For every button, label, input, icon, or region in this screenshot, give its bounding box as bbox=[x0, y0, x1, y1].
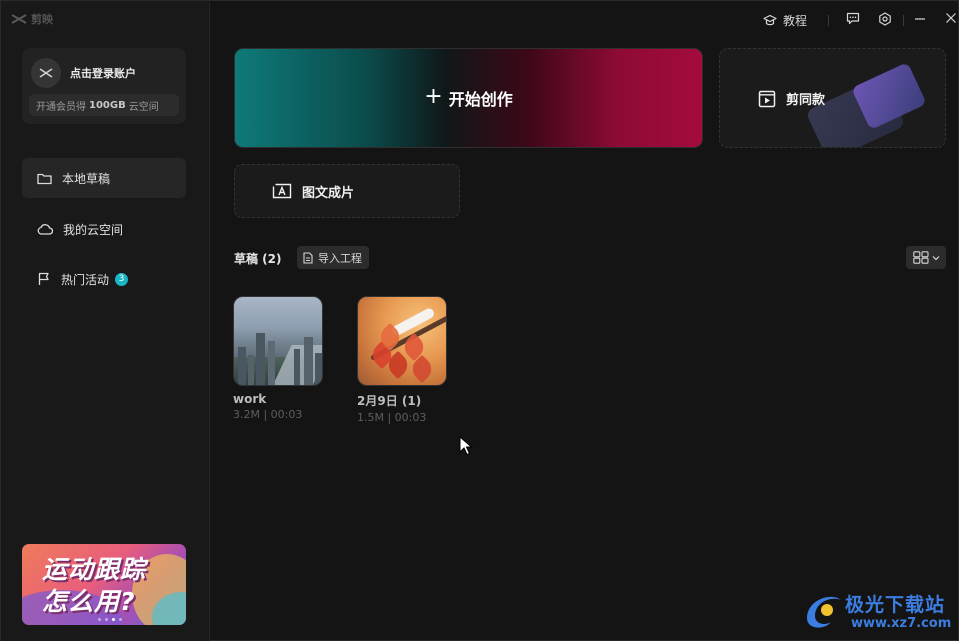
start-creation-label: 开始创作 bbox=[448, 90, 513, 109]
promo-line-1: 运动跟踪 bbox=[42, 555, 147, 584]
vip-promo-tag[interactable]: 开通会员得 100GB 云空间 bbox=[29, 94, 179, 116]
graduation-cap-icon bbox=[763, 14, 777, 26]
sidebar-item-hot-events[interactable]: 热门活动 3 bbox=[22, 259, 186, 299]
carousel-dots bbox=[98, 618, 122, 621]
close-icon bbox=[946, 13, 956, 23]
watermark-url: www.xz7.com bbox=[851, 616, 952, 631]
view-mode-toggle[interactable] bbox=[906, 246, 946, 269]
vip-prefix: 开通会员得 bbox=[36, 101, 86, 113]
feedback-icon bbox=[846, 12, 860, 25]
watermark-text: 极光下载站 bbox=[845, 594, 946, 616]
draft-item[interactable]: 2月9日 (1) 1.5M | 00:03 bbox=[357, 296, 449, 424]
import-project-button[interactable]: 导入工程 bbox=[297, 246, 369, 269]
settings-icon bbox=[879, 12, 891, 26]
text-to-video-button[interactable]: 图文成片 bbox=[234, 164, 460, 218]
promo-line-2: 怎么用? bbox=[42, 587, 136, 616]
sidebar-item-label: 热门活动 bbox=[61, 272, 110, 287]
draft-name: work bbox=[233, 392, 267, 406]
folder-icon bbox=[37, 173, 52, 184]
tutorial-button[interactable]: 教程 bbox=[763, 12, 807, 29]
notification-badge: 3 bbox=[115, 272, 129, 286]
text-to-video-label: 图文成片 bbox=[302, 185, 355, 201]
draft-item[interactable]: work 3.2M | 00:03 bbox=[233, 296, 325, 421]
sidebar: 剪映 点击登录账户 开通会员得 100GB 云空间 本地草稿 我的云空间 热门活… bbox=[1, 1, 210, 641]
sidebar-item-label: 本地草稿 bbox=[62, 171, 111, 186]
sidebar-item-cloud-space[interactable]: 我的云空间 bbox=[22, 209, 186, 249]
capcut-avatar-icon bbox=[39, 68, 53, 78]
template-label: 剪同款 bbox=[786, 93, 826, 108]
draft-thumbnail[interactable] bbox=[357, 296, 447, 386]
login-link[interactable]: 点击登录账户 bbox=[70, 65, 136, 81]
plus-icon: + bbox=[424, 84, 443, 109]
cloud-icon bbox=[37, 224, 53, 235]
tutorial-label: 教程 bbox=[783, 14, 808, 28]
template-icon bbox=[758, 90, 776, 107]
draft-meta: 3.2M | 00:03 bbox=[233, 408, 303, 421]
template-label-group: 剪同款 bbox=[758, 89, 825, 108]
document-icon bbox=[303, 251, 313, 264]
text-to-video-icon bbox=[272, 183, 292, 199]
capcut-logo-icon bbox=[11, 14, 27, 24]
flag-icon bbox=[38, 272, 49, 285]
draft-name: 2月9日 (1) bbox=[357, 394, 422, 408]
feedback-button[interactable] bbox=[846, 12, 860, 25]
draft-thumbnail[interactable] bbox=[233, 296, 323, 386]
promo-banner[interactable]: 运动跟踪 怎么用? bbox=[22, 544, 186, 625]
close-button[interactable] bbox=[945, 12, 957, 24]
vip-suffix: 云空间 bbox=[128, 101, 159, 113]
account-card[interactable]: 点击登录账户 开通会员得 100GB 云空间 bbox=[22, 48, 186, 124]
drafts-header: 草稿 (2) 导入工程 bbox=[234, 246, 946, 270]
watermark: 极光下载站 www.xz7.com bbox=[801, 586, 956, 636]
vip-amount: 100GB bbox=[89, 99, 126, 111]
template-button[interactable]: 剪同款 bbox=[719, 48, 946, 148]
import-project-label: 导入工程 bbox=[318, 251, 362, 265]
minimize-button[interactable] bbox=[914, 12, 926, 24]
sidebar-item-local-drafts[interactable]: 本地草稿 bbox=[22, 158, 186, 198]
sidebar-item-label: 我的云空间 bbox=[63, 222, 124, 237]
minimize-icon bbox=[915, 18, 925, 20]
app-window: 剪映 点击登录账户 开通会员得 100GB 云空间 本地草稿 我的云空间 热门活… bbox=[0, 0, 959, 641]
app-name: 剪映 bbox=[31, 13, 53, 26]
app-logo: 剪映 bbox=[11, 11, 53, 27]
settings-button[interactable] bbox=[878, 12, 892, 26]
mouse-cursor-icon bbox=[459, 436, 473, 456]
avatar[interactable] bbox=[31, 58, 61, 88]
grid-view-icon bbox=[912, 251, 929, 264]
chevron-down-icon bbox=[932, 255, 939, 260]
watermark-logo-icon bbox=[807, 596, 841, 628]
title-bar: 教程 bbox=[211, 1, 959, 39]
draft-meta: 1.5M | 00:03 bbox=[357, 411, 427, 424]
start-creation-button[interactable]: + 开始创作 bbox=[234, 48, 703, 148]
drafts-title: 草稿 (2) bbox=[234, 252, 282, 266]
